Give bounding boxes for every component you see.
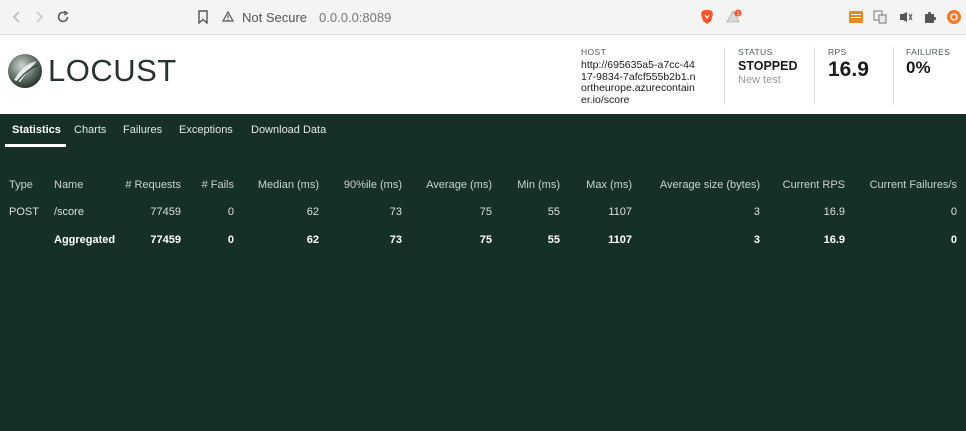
table-cell-min: 55 xyxy=(547,234,560,246)
table-cell-min: 55 xyxy=(547,206,560,218)
header-divider xyxy=(814,47,815,105)
table-cell-type: POST xyxy=(9,206,39,218)
table-cell-fails: 0 xyxy=(227,206,234,218)
warning-icon[interactable] xyxy=(221,9,235,27)
brave-shield-icon[interactable] xyxy=(699,9,715,25)
rps-value: 16.9 xyxy=(828,58,869,81)
table-cell-name: /score xyxy=(54,206,84,218)
rewards-badge-count: 1 xyxy=(737,11,740,17)
url-text[interactable]: 0.0.0.0:8089 xyxy=(319,10,391,25)
back-icon[interactable] xyxy=(8,8,26,26)
puzzle-icon[interactable] xyxy=(922,9,938,25)
not-secure-label[interactable]: Not Secure xyxy=(242,10,307,25)
column-header: Min (ms) xyxy=(517,179,560,191)
column-header: Max (ms) xyxy=(586,179,632,191)
table-cell-current-failures: 0 xyxy=(950,234,957,246)
table-cell-max: 1107 xyxy=(608,206,632,218)
browser-toolbar: Not Secure 0.0.0.0:8089 1 xyxy=(0,0,966,35)
tab-charts[interactable]: Charts xyxy=(74,124,106,136)
audio-extension-icon[interactable] xyxy=(898,9,914,25)
forward-icon[interactable] xyxy=(30,8,48,26)
status-value: STOPPED xyxy=(738,59,798,73)
table-cell-requests: 77459 xyxy=(150,234,181,246)
tab-download-data[interactable]: Download Data xyxy=(251,124,326,136)
host-value: http://695635a5-a7cc-4417-9834-7afcf555b… xyxy=(581,59,696,106)
tab-statistics[interactable]: Statistics xyxy=(12,124,61,136)
table-cell-fails: 0 xyxy=(227,234,234,246)
table-cell-90ile: 73 xyxy=(389,234,402,246)
brave-rewards-icon[interactable]: 1 xyxy=(726,9,742,25)
column-header: Name xyxy=(54,179,84,191)
address-bar[interactable]: Not Secure 0.0.0.0:8089 xyxy=(221,5,742,30)
column-header: Median (ms) xyxy=(257,179,319,191)
table-cell-current-rps: 16.9 xyxy=(823,206,845,218)
table-cell-average: 75 xyxy=(479,206,492,218)
column-header: Current Failures/s xyxy=(869,179,957,191)
table-cell-max: 1107 xyxy=(608,234,632,246)
table-row: POST /score 77459 0 62 73 75 55 1107 3 1… xyxy=(0,206,966,224)
failures-value: 0% xyxy=(906,58,931,77)
locust-logo: LOCUST xyxy=(6,52,177,90)
table-cell-avg-size: 3 xyxy=(753,234,760,246)
tab-failures[interactable]: Failures xyxy=(123,124,162,136)
column-header: Average size (bytes) xyxy=(659,179,760,191)
table-cell-avg-size: 3 xyxy=(753,206,760,218)
column-header: 90%ile (ms) xyxy=(343,179,402,191)
host-block: HOST http://695635a5-a7cc-4417-9834-7afc… xyxy=(581,47,699,106)
table-cell-average: 75 xyxy=(479,234,492,246)
table-cell-median: 62 xyxy=(306,206,319,218)
table-cell-current-failures: 0 xyxy=(950,206,957,218)
table-cell-current-rps: 16.9 xyxy=(823,234,845,246)
rps-label: RPS xyxy=(828,47,847,57)
table-cell-median: 62 xyxy=(306,234,319,246)
table-cell-90ile: 73 xyxy=(389,206,402,218)
column-header: Average (ms) xyxy=(426,179,492,191)
active-tab-indicator xyxy=(5,144,66,147)
failures-block: FAILURES 0% xyxy=(906,47,950,78)
status-block: STATUS STOPPED New test xyxy=(738,47,798,86)
table-cell-requests: 77459 xyxy=(150,206,181,218)
locust-header: LOCUST HOST http://695635a5-a7cc-4417-98… xyxy=(0,35,966,114)
new-test-link[interactable]: New test xyxy=(738,74,798,86)
table-header-row: Type Name # Requests # Fails Median (ms)… xyxy=(0,179,966,197)
profile-icon[interactable] xyxy=(946,9,962,25)
column-header: # Requests xyxy=(125,179,181,191)
tab-bar: Statistics Charts Failures Exceptions Do… xyxy=(0,114,966,148)
table-cell-name: Aggregated xyxy=(54,234,116,246)
header-divider xyxy=(893,47,894,105)
rps-block: RPS 16.9 xyxy=(828,47,869,82)
logo-text: LOCUST xyxy=(48,53,177,88)
failures-label: FAILURES xyxy=(906,47,951,57)
host-label: HOST xyxy=(581,47,607,57)
status-label: STATUS xyxy=(738,47,773,57)
bookmark-icon[interactable] xyxy=(194,8,212,26)
column-header: # Fails xyxy=(201,179,234,191)
header-divider xyxy=(724,47,725,105)
extension-grid-icon[interactable] xyxy=(848,9,864,25)
reload-icon[interactable] xyxy=(54,8,72,26)
column-header: Type xyxy=(9,179,33,191)
aggregated-row: Aggregated 77459 0 62 73 75 55 1107 3 16… xyxy=(0,234,966,252)
tab-exceptions[interactable]: Exceptions xyxy=(179,124,233,136)
column-header: Current RPS xyxy=(782,179,845,191)
locust-logo-icon xyxy=(8,54,42,88)
translate-extension-icon[interactable] xyxy=(872,9,888,25)
